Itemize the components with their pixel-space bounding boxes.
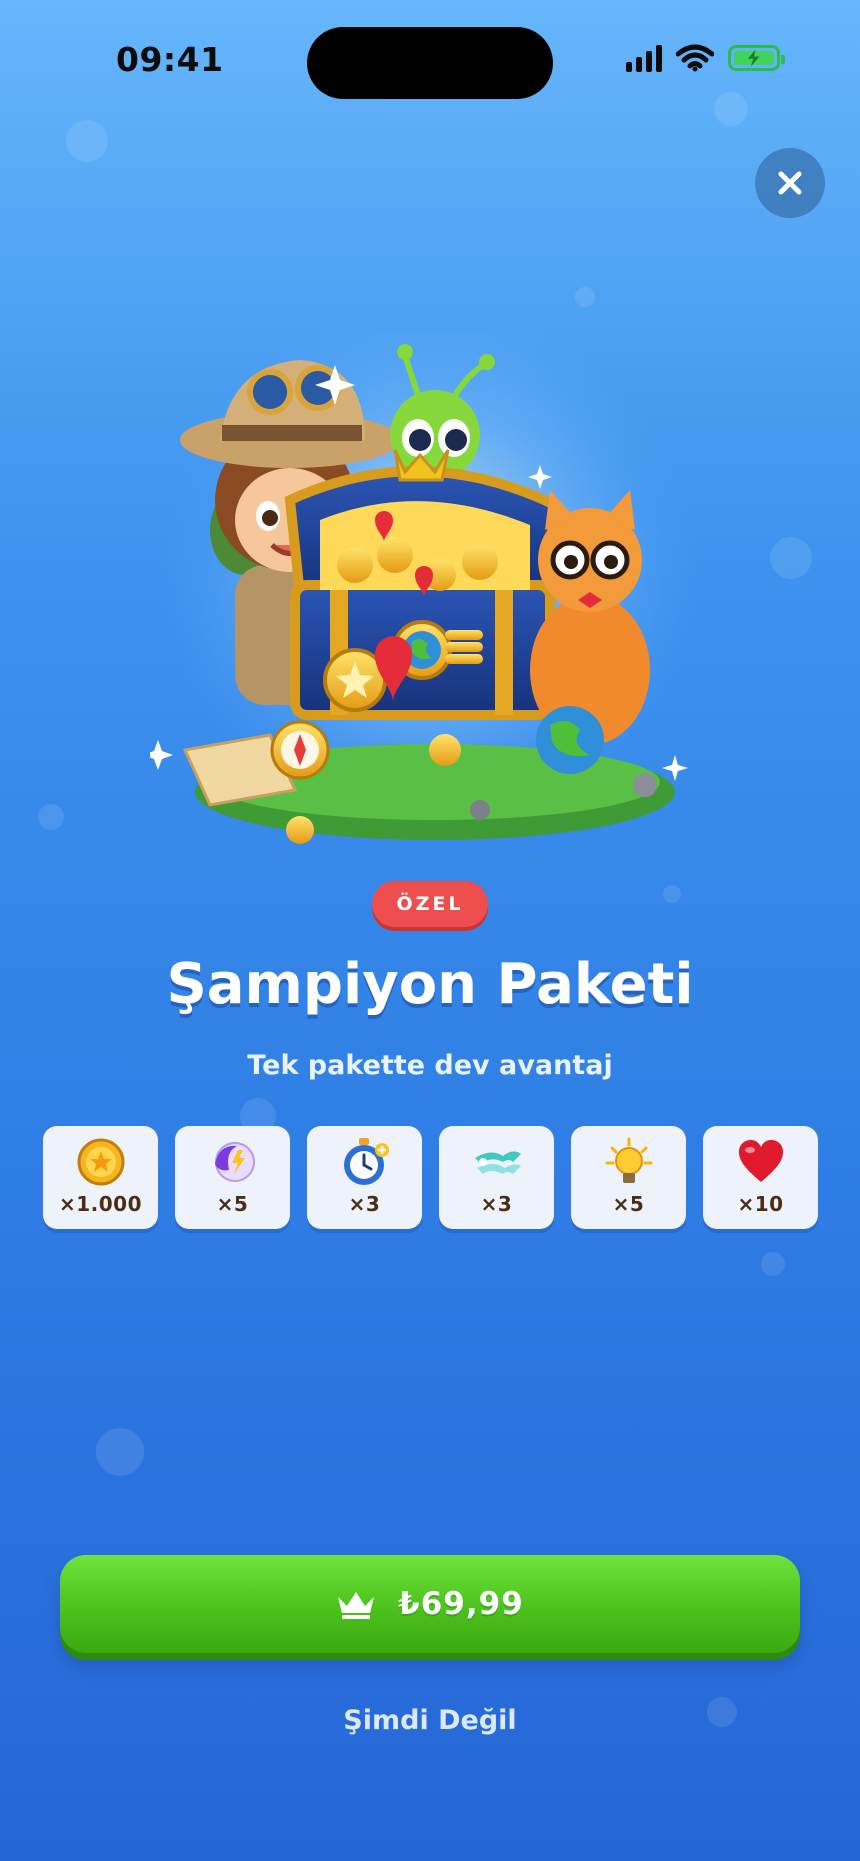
item-qty: ×3	[348, 1192, 381, 1216]
item-stopwatch: ×3	[307, 1126, 422, 1229]
item-heart: ×10	[703, 1126, 818, 1229]
background-bubble	[770, 537, 812, 579]
item-qty: ×5	[612, 1192, 645, 1216]
item-qty: ×10	[737, 1192, 784, 1216]
item-wind-swirl: ×3	[439, 1126, 554, 1229]
item-qty: ×5	[216, 1192, 249, 1216]
purchase-button[interactable]: ₺69,99	[60, 1555, 800, 1653]
item-qty: ×3	[480, 1192, 513, 1216]
close-button[interactable]	[755, 148, 825, 218]
status-icons	[626, 44, 785, 72]
coin-icon	[77, 1138, 124, 1186]
status-time: 09:41	[116, 40, 224, 79]
wind-swirl-icon	[474, 1151, 521, 1174]
background-bubble	[663, 885, 681, 903]
background-bubble	[38, 804, 64, 830]
dynamic-island	[307, 27, 553, 99]
hint-orb-icon	[214, 1142, 255, 1182]
item-coins: ×1.000	[43, 1126, 158, 1229]
signal-icon	[626, 44, 662, 72]
background-bubble	[761, 1252, 785, 1276]
treasure-chest-illustration	[150, 330, 700, 850]
background-bubble	[66, 120, 108, 162]
background-bubble	[714, 92, 748, 126]
background-bubble	[96, 1428, 144, 1476]
special-badge: ÖZEL	[372, 881, 488, 927]
item-lightbulb: ×5	[571, 1126, 686, 1229]
item-qty: ×1.000	[58, 1192, 143, 1216]
offer-subtitle: Tek pakette dev avantaj	[247, 1050, 613, 1081]
price-label: ₺69,99	[398, 1586, 524, 1622]
heart-icon	[738, 1140, 783, 1182]
crown-icon	[338, 1592, 375, 1619]
close-icon	[778, 171, 802, 195]
offer-title: Şampiyon Paketi	[166, 952, 694, 1017]
background-bubble	[575, 287, 595, 307]
battery-charging-icon	[728, 45, 785, 71]
item-hint-orb: ×5	[175, 1126, 290, 1229]
stopwatch-icon	[343, 1138, 389, 1185]
lightbulb-icon	[605, 1137, 652, 1183]
wifi-icon	[676, 44, 714, 72]
package-items: ×1.000 ×5 ×3 ×3 ×5 ×10	[43, 1126, 818, 1229]
not-now-button[interactable]: Şimdi Değil	[0, 1705, 860, 1736]
